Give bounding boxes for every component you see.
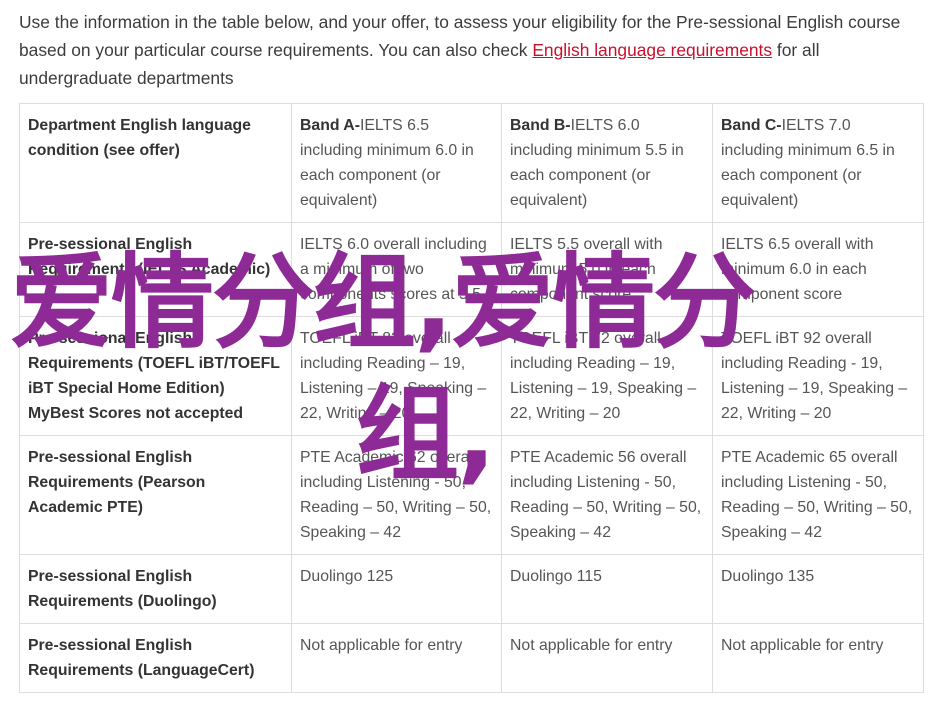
table-cell: PTE Academic 62 overall including Listen… xyxy=(291,435,502,555)
table-cell: IELTS 6.0 overall including a minimum of… xyxy=(291,222,502,317)
row-label-toefl: Pre-sessional English Requirements (TOEF… xyxy=(19,316,292,436)
row-label-ielts: Pre-sessional English Requirements (IELT… xyxy=(19,222,292,317)
row-label-languagecert: Pre-sessional English Requirements (Lang… xyxy=(19,623,292,693)
table-cell: IELTS 5.5 overall with minimum 5.0 in ea… xyxy=(501,222,713,317)
table-row-languagecert: Pre-sessional English Requirements (Lang… xyxy=(19,623,924,693)
table-cell: PTE Academic 65 overall including Listen… xyxy=(712,435,924,555)
requirements-table: Department English language condition (s… xyxy=(19,103,924,693)
table-cell: Not applicable for entry xyxy=(291,623,502,693)
table-cell: Duolingo 135 xyxy=(712,554,924,624)
header-band-c-cell: Band C-IELTS 7.0 including minimum 6.5 i… xyxy=(712,103,924,223)
table-header-row: Department English language condition (s… xyxy=(19,103,924,223)
table-cell: TOEFL iBT 82 overall including Reading –… xyxy=(291,316,502,436)
header-band-a-cell: Band A-IELTS 6.5 including minimum 6.0 i… xyxy=(291,103,502,223)
english-language-requirements-link[interactable]: English language requirements xyxy=(532,40,772,60)
table-row-pte: Pre-sessional English Requirements (Pear… xyxy=(19,435,924,555)
header-band-b-cell: Band B-IELTS 6.0 including minimum 5.5 i… xyxy=(501,103,713,223)
header-condition-cell: Department English language condition (s… xyxy=(19,103,292,223)
intro-paragraph: Use the information in the table below, … xyxy=(19,8,924,92)
table-cell: IELTS 6.5 overall with minimum 6.0 in ea… xyxy=(712,222,924,317)
table-cell: Not applicable for entry xyxy=(501,623,713,693)
table-cell: PTE Academic 56 overall including Listen… xyxy=(501,435,713,555)
table-row-duolingo: Pre-sessional English Requirements (Duol… xyxy=(19,554,924,624)
band-b-label: Band B- xyxy=(510,117,571,134)
table-cell: TOEFL iBT 72 overall including Reading –… xyxy=(501,316,713,436)
table-row-ielts: Pre-sessional English Requirements (IELT… xyxy=(19,222,924,317)
table-cell: Duolingo 125 xyxy=(291,554,502,624)
table-cell: TOEFL iBT 92 overall including Reading -… xyxy=(712,316,924,436)
row-label-duolingo: Pre-sessional English Requirements (Duol… xyxy=(19,554,292,624)
band-c-label: Band C- xyxy=(721,117,782,134)
table-row-toefl: Pre-sessional English Requirements (TOEF… xyxy=(19,316,924,436)
table-cell: Duolingo 115 xyxy=(501,554,713,624)
row-label-pte: Pre-sessional English Requirements (Pear… xyxy=(19,435,292,555)
table-cell: Not applicable for entry xyxy=(712,623,924,693)
band-a-label: Band A- xyxy=(300,117,360,134)
